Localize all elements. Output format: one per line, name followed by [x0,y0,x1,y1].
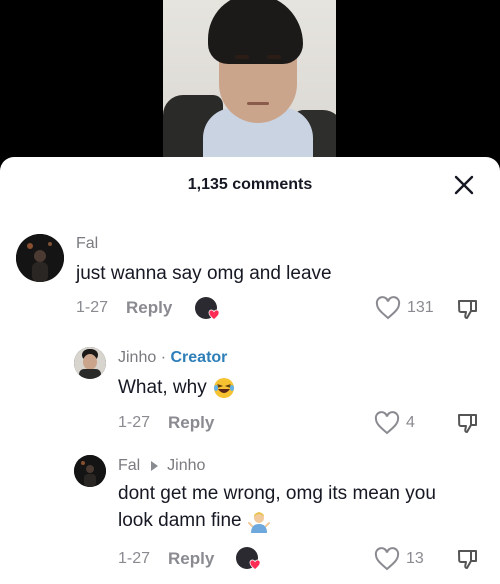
reply-comment-item: Jinho · Creator What, why [0,342,500,447]
video-eye-right [267,55,281,59]
like-count: 131 [407,299,434,316]
dislike-icon[interactable] [456,297,480,321]
like-count: 13 [406,550,424,567]
like-button[interactable]: 4 [374,411,415,435]
comment-text: What, why [118,374,236,401]
video-eye-left [235,55,249,59]
comment-text: just wanna say omg and leave [76,263,332,284]
comment-date: 1-27 [118,414,151,431]
author-name[interactable]: Fal [118,457,140,474]
comment-author[interactable]: Fal [76,235,98,253]
heart-icon [208,309,220,320]
dislike-icon[interactable] [456,411,480,435]
heart-icon [249,559,261,570]
video-hair [208,0,303,64]
video-frame [163,0,336,175]
comment-date: 1-27 [76,299,109,316]
reply-button[interactable]: Reply [168,549,214,569]
like-count: 4 [406,414,415,431]
comments-header: 1,135 comments [0,157,500,213]
dislike-icon[interactable] [456,547,480,571]
video-background[interactable] [0,0,500,175]
comment-author: Jinho · Creator [118,349,227,367]
heart-outline-icon [374,547,400,571]
heart-outline-icon [374,411,400,435]
author-name[interactable]: Jinho [118,349,156,366]
creator-badge: Creator [170,349,228,366]
shrug-emoji [247,511,270,533]
avatar[interactable] [74,347,106,379]
comment-text-line2: look damn fine [118,507,271,534]
avatar[interactable] [16,234,64,282]
reply-comment-item: Fal Jinho dont get me wrong, omg its mea… [0,450,500,584]
video-mouth [247,102,269,105]
close-icon[interactable] [452,173,476,197]
reply-to-name[interactable]: Jinho [167,457,205,474]
comment-item: Fal just wanna say omg and leave 1-27 Re… [0,229,500,339]
comment-count: 1,135 comments [187,176,313,193]
comment-text-body: What, why [118,377,207,398]
comment-date: 1-27 [118,550,151,567]
avatar[interactable] [74,455,106,487]
heart-outline-icon [375,296,401,320]
comment-author: Fal Jinho [118,457,205,475]
laughing-emoji [213,377,234,398]
separator: · [160,349,167,366]
like-button[interactable]: 13 [374,547,424,571]
reply-arrow-icon [150,460,158,471]
comment-text: dont get me wrong, omg its mean you [118,483,436,504]
reply-button[interactable]: Reply [126,298,172,318]
comments-sheet: 1,135 comments Fal just wanna say omg an… [0,157,500,584]
like-button[interactable]: 131 [375,296,434,320]
reply-button[interactable]: Reply [168,413,214,433]
comment-text-body: look damn fine [118,510,242,531]
